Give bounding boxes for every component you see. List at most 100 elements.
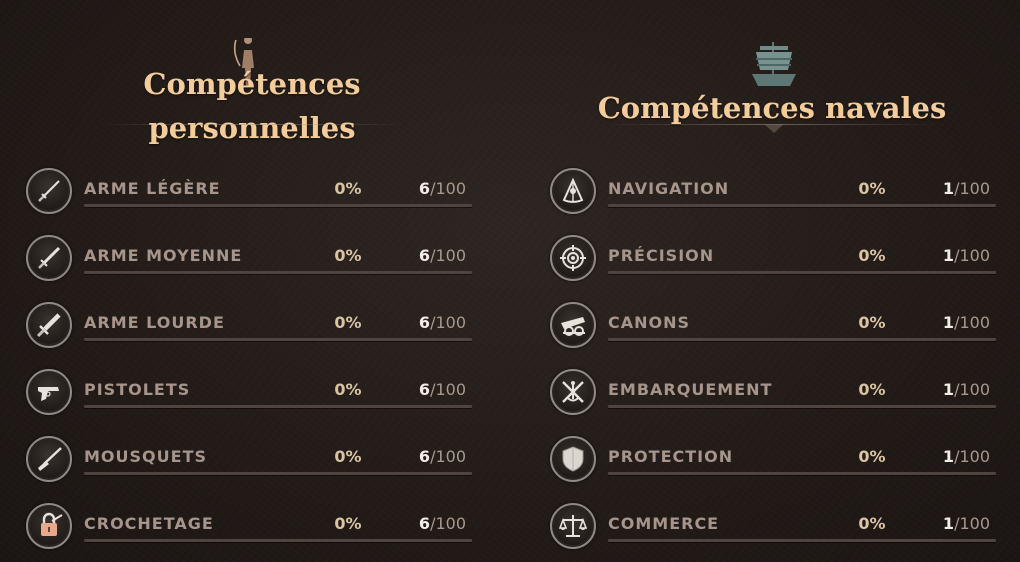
- skill-level: 1/100: [943, 246, 990, 265]
- personal-skills-title-line2: personnelles: [148, 111, 356, 145]
- pistol-icon: [26, 369, 72, 415]
- skill-level-max: 100: [435, 514, 466, 533]
- skill-level-max: 100: [435, 313, 466, 332]
- skill-level: 6/100: [419, 313, 466, 332]
- skill-row-mousquets[interactable]: MOUSQUETS 0% 6/100: [22, 436, 474, 486]
- personal-skills-panel: Compétences personnelles ARME LÉGÈRE 0% 6/…: [22, 0, 474, 549]
- skill-name: EMBARQUEMENT: [608, 380, 773, 399]
- personal-skills-title-line1: Compétences: [143, 67, 361, 101]
- skill-progress-bar: [84, 271, 472, 274]
- skill-row-canons[interactable]: CANONS 0% 1/100: [546, 302, 998, 352]
- skill-level-max: 100: [959, 179, 990, 198]
- skill-row-pistolets[interactable]: PISTOLETS 0% 6/100: [22, 369, 474, 419]
- skill-level-max: 100: [435, 447, 466, 466]
- skill-progress-bar: [84, 204, 472, 207]
- skill-level: 1/100: [943, 380, 990, 399]
- skill-progress-percent: 0%: [858, 447, 886, 466]
- skill-name: PISTOLETS: [84, 380, 191, 399]
- skill-name: ARME MOYENNE: [84, 246, 243, 265]
- skill-progress-percent: 0%: [858, 514, 886, 533]
- skill-progress-percent: 0%: [858, 246, 886, 265]
- skill-progress-percent: 0%: [858, 313, 886, 332]
- skill-row-navigation[interactable]: NAVIGATION 0% 1/100: [546, 168, 998, 218]
- skill-level-max: 100: [959, 246, 990, 265]
- skill-row-commerce[interactable]: COMMERCE 0% 1/100: [546, 503, 998, 553]
- skill-level-max: 100: [959, 380, 990, 399]
- sextant-icon: [550, 168, 596, 214]
- skill-level-max: 100: [435, 179, 466, 198]
- skill-row-protection[interactable]: PROTECTION 0% 1/100: [546, 436, 998, 486]
- skill-progress-bar: [608, 338, 996, 341]
- light-sword-icon: [26, 168, 72, 214]
- skill-name: CROCHETAGE: [84, 514, 214, 533]
- skill-row-embarquement[interactable]: EMBARQUEMENT 0% 1/100: [546, 369, 998, 419]
- skill-level: 1/100: [943, 179, 990, 198]
- skill-level-current: 6: [418, 313, 431, 332]
- medium-sword-icon: [26, 235, 72, 281]
- skill-level-current: 6: [418, 447, 431, 466]
- skill-level-current: 1: [942, 514, 955, 533]
- title-divider: [102, 124, 404, 125]
- skill-level: 1/100: [943, 447, 990, 466]
- skill-progress-bar: [84, 405, 472, 408]
- skill-progress-percent: 0%: [334, 313, 362, 332]
- lockpick-icon: [26, 503, 72, 549]
- skill-progress-bar: [608, 472, 996, 475]
- skill-level: 1/100: [943, 313, 990, 332]
- skill-row-arme-legere[interactable]: ARME LÉGÈRE 0% 6/100: [22, 168, 474, 218]
- skill-progress-percent: 0%: [858, 380, 886, 399]
- skill-progress-percent: 0%: [858, 179, 886, 198]
- skill-name: PRÉCISION: [608, 246, 715, 265]
- skill-level-max: 100: [959, 313, 990, 332]
- skill-progress-percent: 0%: [334, 514, 362, 533]
- skill-row-arme-moyenne[interactable]: ARME MOYENNE 0% 6/100: [22, 235, 474, 285]
- skill-progress-bar: [608, 204, 996, 207]
- skill-level: 6/100: [419, 380, 466, 399]
- skill-progress-percent: 0%: [334, 179, 362, 198]
- skill-level-current: 1: [942, 313, 955, 332]
- skill-level: 6/100: [419, 246, 466, 265]
- skill-progress-bar: [608, 405, 996, 408]
- skill-level-max: 100: [435, 246, 466, 265]
- skill-name: MOUSQUETS: [84, 447, 207, 466]
- skill-progress-bar: [84, 338, 472, 341]
- skill-level-current: 6: [418, 246, 431, 265]
- scales-icon: [550, 503, 596, 549]
- skill-progress-bar: [84, 472, 472, 475]
- skill-level-current: 1: [942, 447, 955, 466]
- heavy-sword-icon: [26, 302, 72, 348]
- skill-level: 1/100: [943, 514, 990, 533]
- skill-row-precision[interactable]: PRÉCISION 0% 1/100: [546, 235, 998, 285]
- skill-level-current: 6: [418, 514, 431, 533]
- skill-name: PROTECTION: [608, 447, 734, 466]
- skill-row-crochetage[interactable]: CROCHETAGE 0% 6/100: [22, 503, 474, 553]
- skill-level-current: 1: [942, 246, 955, 265]
- skill-level: 6/100: [419, 514, 466, 533]
- skill-progress-percent: 0%: [334, 246, 362, 265]
- skill-level-current: 1: [942, 179, 955, 198]
- title-divider-notch: [764, 124, 784, 133]
- skill-name: COMMERCE: [608, 514, 720, 533]
- skill-progress-bar: [608, 271, 996, 274]
- skill-level-max: 100: [959, 514, 990, 533]
- shield-icon: [550, 436, 596, 482]
- skill-level-current: 1: [942, 380, 955, 399]
- skill-level-current: 6: [418, 179, 431, 198]
- skill-progress-bar: [84, 539, 472, 542]
- crosshair-icon: [550, 235, 596, 281]
- skill-level: 6/100: [419, 179, 466, 198]
- skill-row-arme-lourde[interactable]: ARME LOURDE 0% 6/100: [22, 302, 474, 352]
- skill-level-max: 100: [959, 447, 990, 466]
- skill-progress-bar: [608, 539, 996, 542]
- personal-skills-header: Compétences personnelles: [22, 0, 474, 170]
- boarding-icon: [550, 369, 596, 415]
- skill-level-max: 100: [435, 380, 466, 399]
- naval-skills-panel: Compétences navales NAVIGATION 0% 1/100 PRÉ…: [546, 0, 998, 549]
- skill-progress-percent: 0%: [334, 380, 362, 399]
- musket-icon: [26, 436, 72, 482]
- skill-name: ARME LOURDE: [84, 313, 225, 332]
- skill-name: CANONS: [608, 313, 691, 332]
- ship-emblem-icon: [752, 42, 796, 86]
- cannon-icon: [550, 302, 596, 348]
- skill-name: NAVIGATION: [608, 179, 730, 198]
